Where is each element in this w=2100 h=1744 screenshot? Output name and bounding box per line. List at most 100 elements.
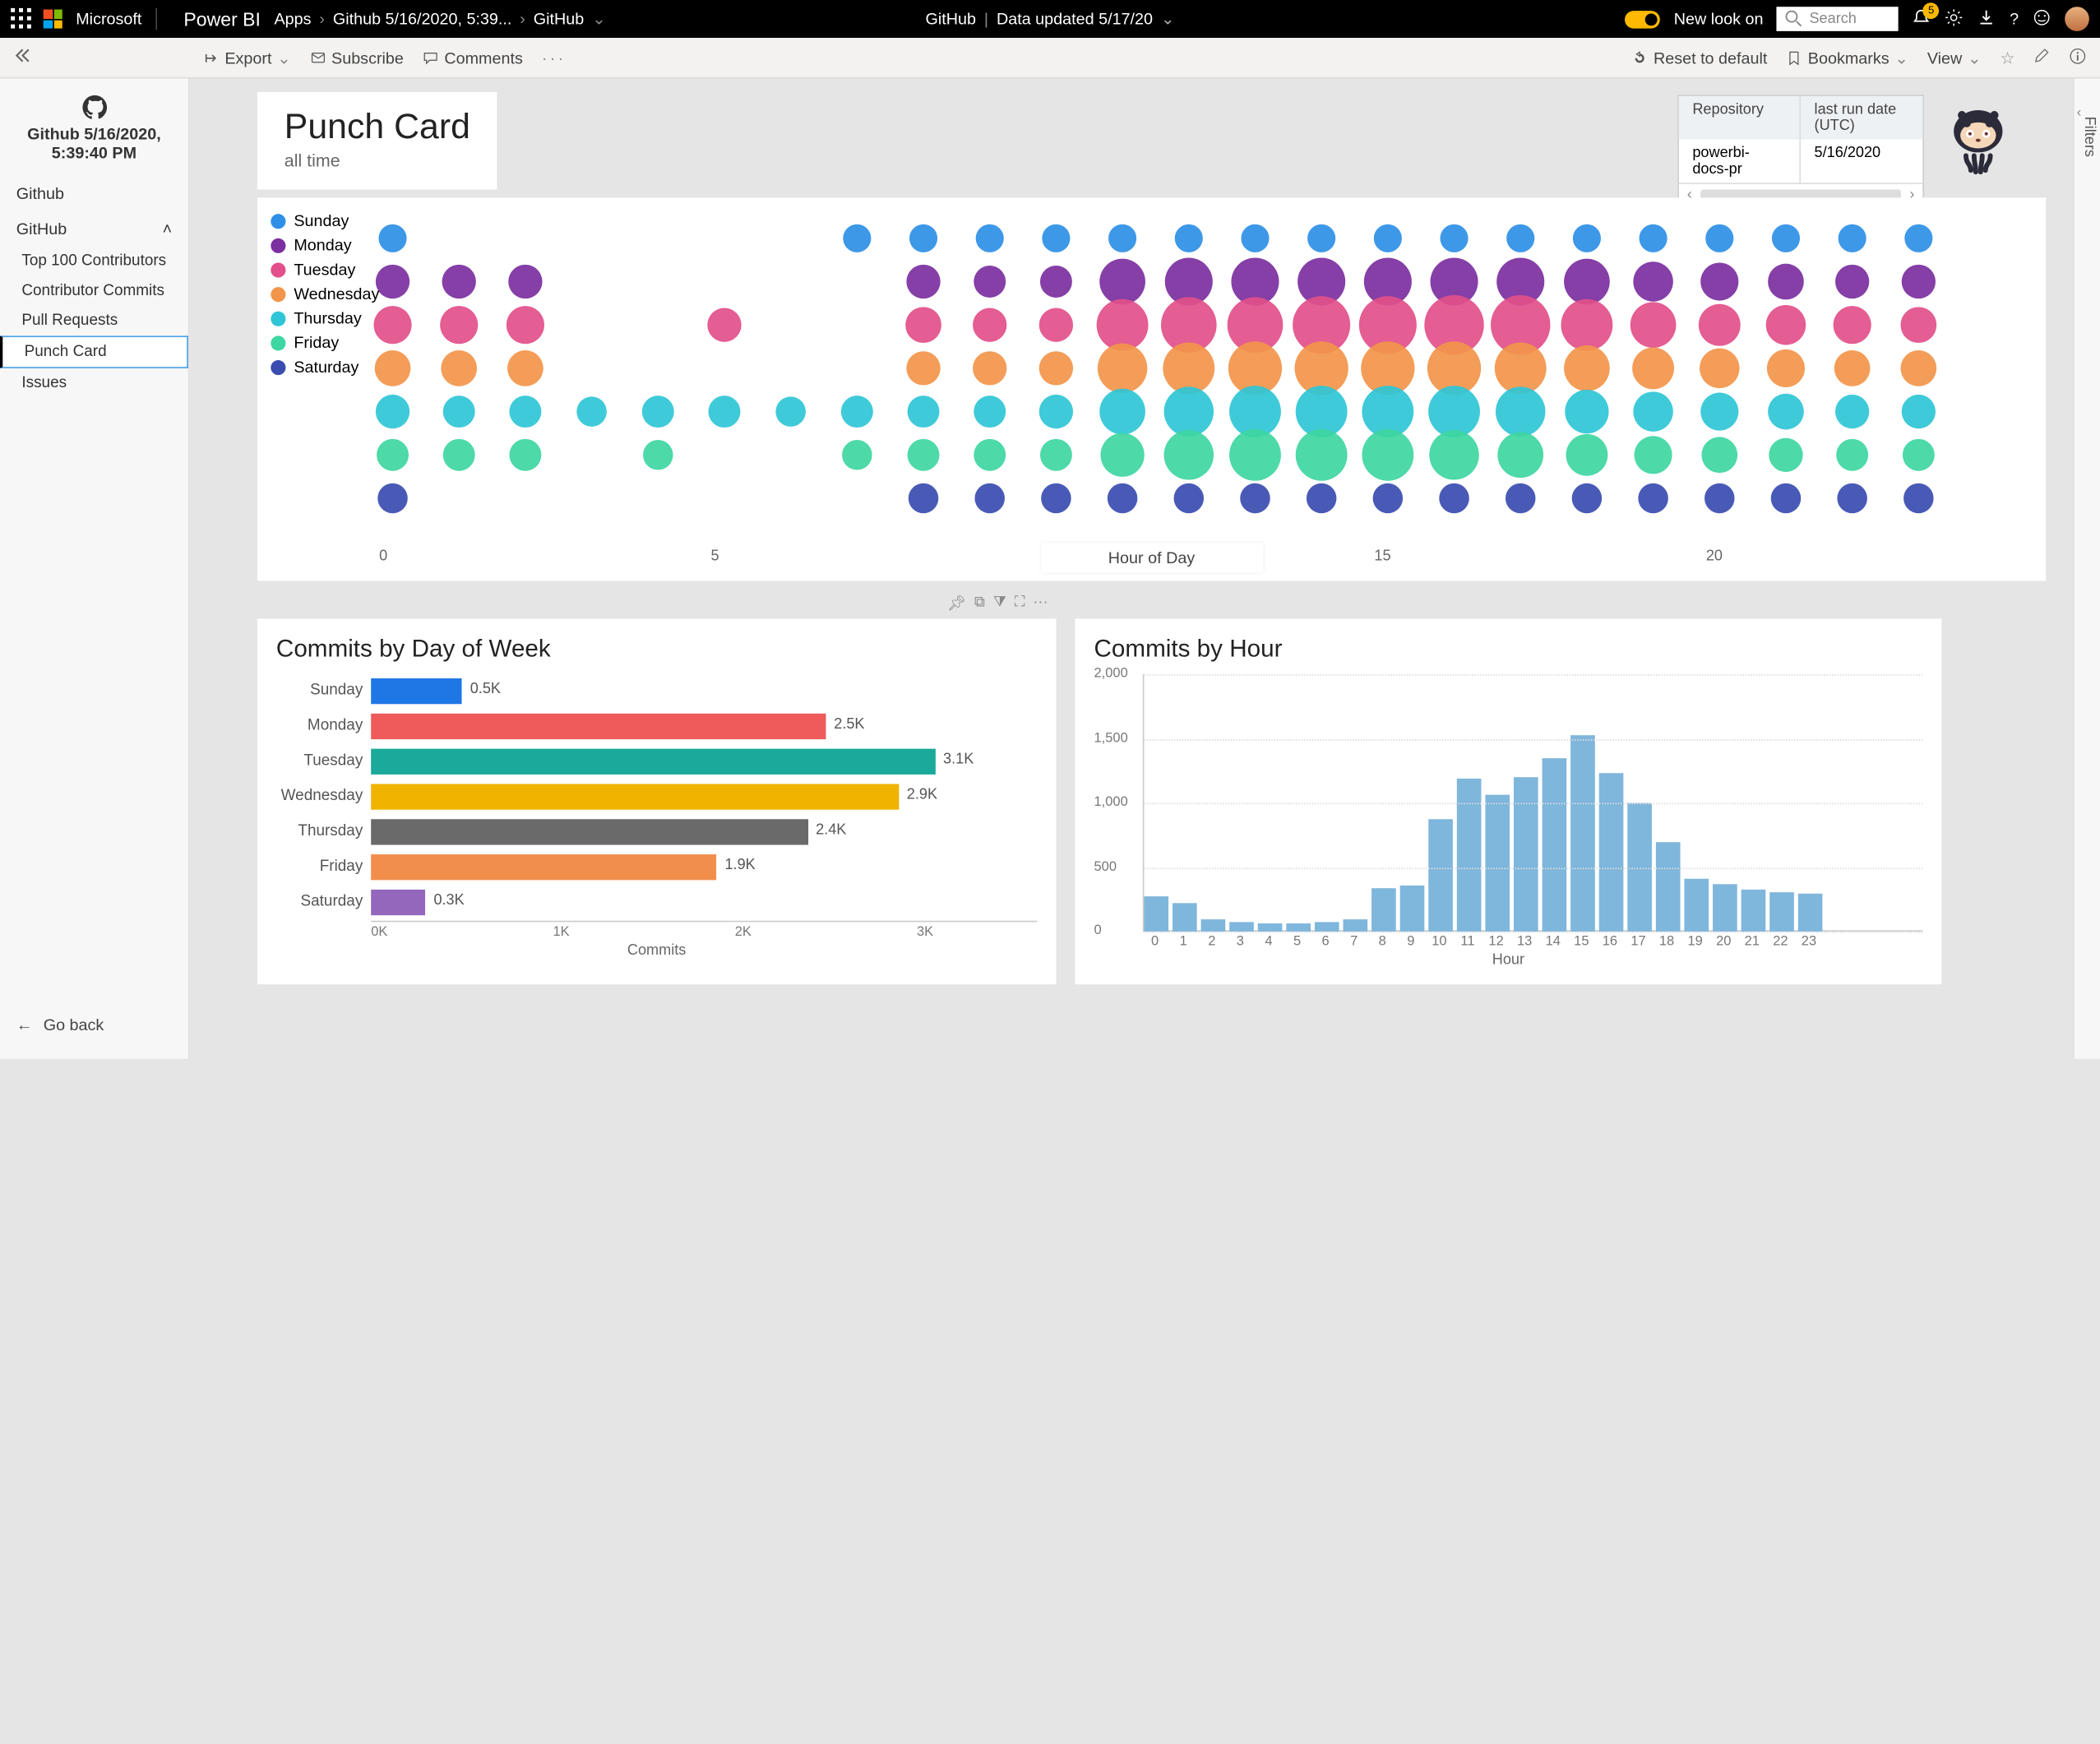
view-button[interactable]: View⌄: [1927, 48, 1982, 67]
product-name[interactable]: Power BI: [183, 8, 261, 30]
punch-bubble[interactable]: [1701, 437, 1737, 473]
edit-icon[interactable]: [2033, 48, 2050, 68]
punch-bubble[interactable]: [509, 396, 541, 428]
punch-bubble[interactable]: [443, 396, 475, 428]
punch-bubble[interactable]: [909, 224, 937, 252]
bar-row[interactable]: Wednesday2.9K: [276, 779, 1037, 812]
chevron-down-icon[interactable]: ⌄: [592, 10, 606, 29]
punch-bubble[interactable]: [1903, 439, 1935, 471]
punch-bubble[interactable]: [775, 396, 806, 427]
punch-bubble[interactable]: [1362, 429, 1413, 481]
punch-bubble[interactable]: [642, 396, 674, 428]
column-bar[interactable]: [1286, 924, 1311, 932]
crumb-workspace[interactable]: Github 5/16/2020, 5:39...: [333, 10, 512, 29]
column-bar[interactable]: [1258, 924, 1283, 932]
sidebar-item-issues[interactable]: Issues: [0, 368, 188, 398]
punch-bubble[interactable]: [906, 351, 940, 385]
punch-bubble[interactable]: [974, 483, 1005, 514]
avatar[interactable]: [2065, 7, 2089, 31]
punch-bubble[interactable]: [974, 266, 1006, 298]
sidebar-item-punch-card[interactable]: Punch Card: [0, 335, 188, 368]
punch-bubble[interactable]: [1700, 393, 1738, 431]
punch-bubble[interactable]: [1229, 429, 1281, 481]
notifications-icon[interactable]: 5: [1913, 7, 1931, 30]
punch-bubble[interactable]: [1900, 350, 1936, 386]
punch-bubble[interactable]: [1561, 299, 1612, 351]
sidebar-group-github[interactable]: GitHub ˄: [0, 211, 188, 247]
column-bar[interactable]: [1570, 735, 1595, 932]
go-back-button[interactable]: ← Go back: [0, 1002, 188, 1048]
punch-bubble[interactable]: [376, 395, 409, 428]
punch-bubble[interactable]: [1108, 483, 1138, 514]
punch-bubble[interactable]: [1769, 438, 1802, 472]
punch-bubble[interactable]: [1573, 224, 1601, 252]
column-bar[interactable]: [1485, 795, 1510, 932]
column-bar[interactable]: [1428, 820, 1453, 932]
commits-by-dow-visual[interactable]: 📌︎ ⧉ ⧩ ⛶ ··· Commits by Day of Week Sund…: [257, 619, 1057, 985]
export-button[interactable]: Export⌄: [203, 48, 291, 67]
punch-bubble[interactable]: [1705, 483, 1735, 514]
punch-bubble[interactable]: [376, 265, 409, 298]
column-bar[interactable]: [1400, 886, 1425, 932]
chevron-down-icon[interactable]: ⌄: [1161, 10, 1175, 29]
punch-bubble[interactable]: [843, 224, 871, 252]
punch-bubble[interactable]: [1506, 224, 1534, 252]
punch-bubble[interactable]: [1108, 224, 1136, 252]
punch-bubble[interactable]: [1835, 265, 1869, 298]
punch-bubble[interactable]: [841, 396, 873, 428]
punch-bubble[interactable]: [909, 483, 939, 514]
punch-bubble[interactable]: [1640, 224, 1668, 252]
punch-bubble[interactable]: [1631, 302, 1677, 348]
bar-row[interactable]: Thursday2.4K: [276, 815, 1037, 848]
punch-bubble[interactable]: [1902, 395, 1936, 428]
legend-item[interactable]: Sunday: [271, 211, 379, 230]
more-icon[interactable]: ···: [1033, 594, 1048, 612]
punch-bubble[interactable]: [1175, 224, 1203, 252]
punch-bubble[interactable]: [443, 439, 475, 471]
punch-bubble[interactable]: [1307, 224, 1335, 252]
punch-bubble[interactable]: [842, 440, 872, 470]
column-bar[interactable]: [1457, 779, 1482, 932]
punch-bubble[interactable]: [1040, 266, 1072, 298]
punch-bubble[interactable]: [1042, 224, 1070, 252]
punch-bubble[interactable]: [1039, 351, 1073, 385]
punch-bubble[interactable]: [908, 396, 940, 428]
bar-row[interactable]: Monday2.5K: [276, 710, 1037, 742]
punch-bubble[interactable]: [1633, 261, 1673, 302]
punch-bubble[interactable]: [1164, 386, 1214, 436]
punch-bubble[interactable]: [1836, 439, 1868, 471]
punch-bubble[interactable]: [508, 265, 542, 298]
bar-row[interactable]: Saturday0.3K: [276, 886, 1037, 918]
punch-bubble[interactable]: [1099, 259, 1145, 305]
download-icon[interactable]: [1977, 7, 1996, 30]
punch-bubble[interactable]: [1768, 264, 1804, 300]
punch-bubble[interactable]: [1903, 483, 1934, 514]
punch-bubble[interactable]: [1699, 304, 1741, 346]
punch-bubble[interactable]: [1705, 224, 1733, 252]
punch-bubble[interactable]: [1039, 308, 1073, 342]
punch-bubble[interactable]: [377, 439, 409, 471]
punch-bubble[interactable]: [973, 351, 1006, 385]
sidebar-item-pull-requests[interactable]: Pull Requests: [0, 306, 188, 335]
punch-bubble[interactable]: [1638, 483, 1668, 514]
punch-bubble[interactable]: [1566, 434, 1607, 476]
punch-bubble[interactable]: [1834, 350, 1871, 386]
punch-bubble[interactable]: [973, 308, 1006, 342]
column-bar[interactable]: [1201, 920, 1226, 932]
column-bar[interactable]: [1344, 918, 1368, 932]
bar-row[interactable]: Friday1.9K: [276, 850, 1037, 883]
punch-bubble[interactable]: [507, 350, 544, 386]
subscribe-button[interactable]: Subscribe: [310, 48, 404, 67]
punch-bubble[interactable]: [373, 306, 411, 344]
punch-bubble[interactable]: [1497, 432, 1543, 478]
column-bar[interactable]: [1543, 758, 1567, 932]
punch-bubble[interactable]: [1097, 299, 1149, 351]
punch-bubble[interactable]: [707, 308, 741, 342]
punch-bubble[interactable]: [1900, 307, 1936, 343]
punch-bubble[interactable]: [1373, 483, 1404, 514]
punch-bubble[interactable]: [375, 350, 411, 386]
punch-bubble[interactable]: [1098, 344, 1147, 393]
punch-bubble[interactable]: [1041, 483, 1071, 514]
punch-bubble[interactable]: [1241, 224, 1269, 252]
punch-bubble[interactable]: [1040, 439, 1072, 471]
